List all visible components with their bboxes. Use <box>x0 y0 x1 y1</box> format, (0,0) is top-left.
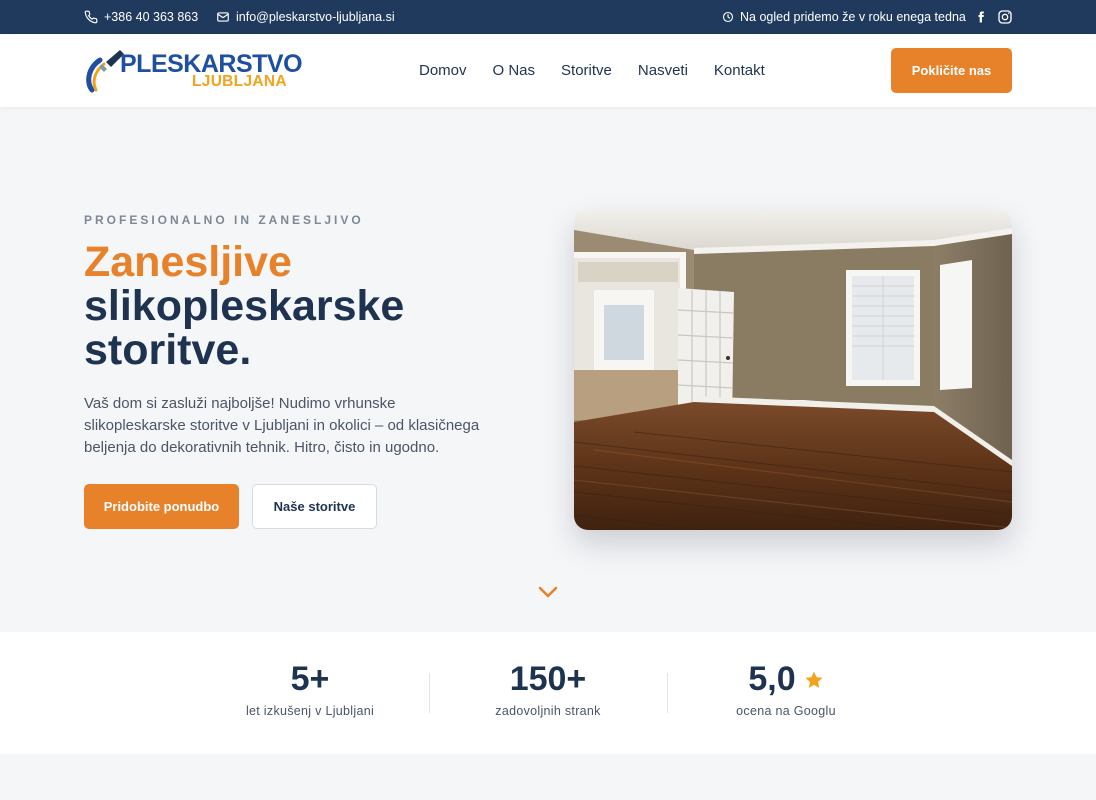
email-contact[interactable]: info@pleskarstvo-ljubljana.si <box>216 0 395 34</box>
nav-item-kontakt[interactable]: Kontakt <box>714 62 765 79</box>
stat-rating: 5,0 ocena na Googlu <box>666 632 906 754</box>
email-text: info@pleskarstvo-ljubljana.si <box>236 10 395 24</box>
main-nav: Domov O Nas Storitve Nasveti Kontakt <box>419 34 765 107</box>
scroll-down-chevron-icon[interactable] <box>538 585 558 599</box>
nav-item-nasveti[interactable]: Nasveti <box>638 62 688 79</box>
phone-contact[interactable]: +386 40 363 863 <box>84 0 198 34</box>
visit-notice-text: Na ogled pridemo že v roku enega tedna <box>740 10 966 24</box>
get-quote-button[interactable]: Pridobite ponudbo <box>84 484 239 529</box>
phone-text: +386 40 363 863 <box>104 10 199 24</box>
nav-item-storitve[interactable]: Storitve <box>561 62 612 79</box>
stat-clients-label: zadovoljnih strank <box>495 704 601 718</box>
stat-rating-label: ocena na Googlu <box>736 704 836 718</box>
stat-value: 150+ <box>428 660 668 699</box>
visit-notice: Na ogled pridemo že v roku enega tedna <box>722 0 966 34</box>
stats-bar: 5+ let izkušenj v Ljubljani 150+ zadovol… <box>0 632 1096 754</box>
clock-icon <box>722 11 734 23</box>
hero-title: Zanesljive slikopleskarske storitve. <box>84 240 524 372</box>
hero-room-image <box>574 210 1012 530</box>
star-icon <box>805 671 823 688</box>
call-us-button[interactable]: Pokličite nas <box>891 48 1012 93</box>
facebook-link[interactable] <box>975 0 987 34</box>
instagram-link[interactable] <box>997 0 1013 34</box>
nav-item-o-nas[interactable]: O Nas <box>493 62 536 79</box>
stat-value: 5,0 <box>666 660 906 699</box>
top-bar: +386 40 363 863 info@pleskarstvo-ljublja… <box>0 0 1096 34</box>
hero-title-accent: Zanesljive <box>84 238 292 286</box>
stat-value: 5+ <box>190 660 430 699</box>
stat-experience: 5+ let izkušenj v Ljubljani <box>190 632 430 754</box>
hero-eyebrow: PROFESIONALNO IN ZANESLJIVO <box>84 213 364 227</box>
logo[interactable]: PLESKARSTVO LJUBLJANA <box>84 46 303 96</box>
nav-item-domov[interactable]: Domov <box>419 62 467 79</box>
hero-title-line-3: storitve. <box>84 326 252 374</box>
logo-subtitle: LJUBLJANA <box>192 73 287 90</box>
our-services-button[interactable]: Naše storitve <box>252 484 377 529</box>
stat-clients: 150+ zadovoljnih strank <box>428 632 668 754</box>
hero-description: Vaš dom si zasluži najboljše! Nudimo vrh… <box>84 395 480 456</box>
hero-title-line-2: slikopleskarske <box>84 282 405 330</box>
stat-clients-value: 150+ <box>509 660 587 698</box>
site-header: PLESKARSTVO LJUBLJANA Domov O Nas Storit… <box>0 34 1096 107</box>
facebook-icon <box>978 11 984 23</box>
instagram-icon <box>998 10 1012 24</box>
stat-experience-label: let izkušenj v Ljubljani <box>245 704 375 718</box>
stat-experience-value: 5+ <box>290 660 330 698</box>
mail-icon <box>217 12 229 22</box>
stat-rating-value: 5,0 <box>748 660 796 698</box>
phone-icon <box>84 10 98 24</box>
